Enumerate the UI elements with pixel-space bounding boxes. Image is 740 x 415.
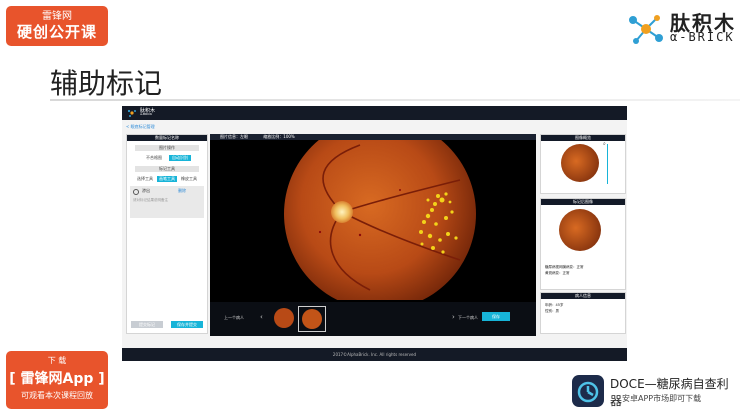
marked-image-title: 标记后图像 xyxy=(541,199,625,205)
title-divider xyxy=(50,99,740,101)
replay-note: 可观看本次课程回放 xyxy=(21,391,93,400)
slide-title: 辅助标记 xyxy=(50,67,163,100)
mark-tools-heading: 标记工具 xyxy=(135,166,199,172)
annotation-app-window: 肽积木 α-BRICK < 眼底标记管理 数量标记名称 图片操作 不合格图 自动… xyxy=(122,106,627,361)
prev-patient-link[interactable]: 上一个病人 xyxy=(224,315,244,321)
reject-image-button[interactable]: 不合格图 xyxy=(143,155,165,161)
macular-result: 黄斑病变：正常 xyxy=(545,271,570,275)
radio-icon[interactable] xyxy=(133,189,139,195)
download-app-badge[interactable]: 下 载 [ 雷锋网App ] 可观看本次课程回放 xyxy=(6,351,108,409)
image-info: 图片信息：左眼 xyxy=(220,134,248,139)
badge-line-1: 雷锋网 xyxy=(42,11,72,22)
annotation-tool-panel: 数量标记名称 图片操作 不合格图 自动识别 标记工具 选择工具 画笔工具 橡皮工… xyxy=(126,134,208,334)
leiphone-course-badge: 雷锋网 硬创公开课 xyxy=(6,6,108,46)
patient-navigator: 上一个病人 ‹ › 下一个病人 保存 xyxy=(210,302,536,336)
patient-age: 年龄：45岁 xyxy=(545,303,564,307)
badge-line-2: 硬创公开课 xyxy=(16,23,97,41)
thumbnail-selected-frame[interactable] xyxy=(298,306,326,332)
fundus-image-canvas[interactable] xyxy=(210,140,536,300)
label-card: 渗出 删除 请对标记结果说明备注 xyxy=(130,186,204,218)
patient-info-title: 病人信息 xyxy=(541,293,625,299)
breadcrumb[interactable]: < 眼底标记管理 xyxy=(126,124,155,130)
save-submit-button[interactable]: 保存并提交 xyxy=(171,321,203,328)
logo-english-name: α-BRICK xyxy=(670,30,735,44)
dr-result: 糖尿病视网膜病变：正常 xyxy=(545,265,584,269)
fundus-viewer: 图片信息：左眼 缩放比例：100% 上一个病人 ‹ › 下一个病人 保存 xyxy=(210,134,536,336)
select-tool-button[interactable]: 选择工具 xyxy=(135,176,155,182)
overview-panel: 图像概览 ⌕ xyxy=(540,134,626,194)
prev-chevron-icon[interactable]: ‹ xyxy=(260,313,263,321)
next-chevron-icon[interactable]: › xyxy=(452,313,455,321)
auto-detect-button[interactable]: 自动识别 xyxy=(169,155,191,161)
submit-mark-button[interactable]: 提交标记 xyxy=(131,321,163,328)
download-label: 下 载 xyxy=(47,356,67,365)
thumbnail-1[interactable] xyxy=(274,308,294,328)
label-delete-link[interactable]: 删除 xyxy=(178,188,186,194)
app-logo-icon xyxy=(127,109,136,117)
patient-sex: 性别：男 xyxy=(545,309,559,313)
doce-app-icon[interactable] xyxy=(572,375,604,407)
marked-thumbnail xyxy=(559,209,601,251)
zoom-slider[interactable] xyxy=(607,144,608,184)
app-footer: 2017©AlphaBrick. Inc. All rights reserve… xyxy=(122,348,627,361)
app-top-bar: 肽积木 α-BRICK xyxy=(122,106,627,120)
label-name: 渗出 xyxy=(142,188,150,193)
molecule-logo-icon xyxy=(629,15,663,44)
patient-info-panel: 病人信息 年龄：45岁 性别：男 xyxy=(540,292,626,334)
save-button[interactable]: 保存 xyxy=(482,312,510,321)
overview-title: 图像概览 xyxy=(541,135,625,141)
app-brand: 肽积木 α-BRICK xyxy=(140,109,155,116)
next-patient-link[interactable]: 下一个病人 xyxy=(458,315,478,321)
eraser-tool-button[interactable]: 橡皮工具 xyxy=(179,176,199,182)
brush-tool-button[interactable]: 画笔工具 xyxy=(157,176,177,182)
marked-image-panel: 标记后图像 糖尿病视网膜病变：正常 黄斑病变：正常 xyxy=(540,198,626,290)
tool-panel-title: 数量标记名称 xyxy=(127,135,207,141)
zoom-info: 缩放比例：100% xyxy=(263,134,295,139)
magnifier-icon[interactable]: ⌕ xyxy=(603,141,606,147)
image-ops-heading: 图片操作 xyxy=(135,145,199,151)
note-field[interactable]: 请对标记结果说明备注 xyxy=(133,198,168,203)
doce-app-subtitle: 安卓APP市场即可下载 xyxy=(622,394,702,403)
overview-thumbnail xyxy=(561,144,599,182)
app-name: [ 雷锋网App ] xyxy=(9,371,105,387)
